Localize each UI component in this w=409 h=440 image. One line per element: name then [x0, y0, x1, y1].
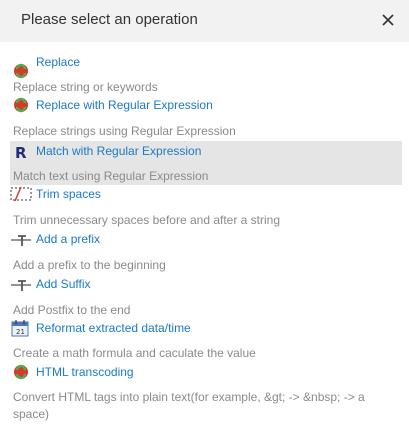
- operation-label[interactable]: Add Suffix: [36, 277, 90, 291]
- svg-text:R: R: [15, 144, 27, 160]
- operation-label[interactable]: Replace: [36, 55, 80, 69]
- operation-label[interactable]: Trim spaces: [36, 187, 101, 201]
- html-transcode-icon: [14, 364, 28, 380]
- operation-description: Add a prefix to the beginning: [13, 258, 166, 272]
- operation-label[interactable]: Add a prefix: [36, 232, 100, 246]
- operation-item-add-prefix[interactable]: Add a prefix Add a prefix to the beginni…: [0, 230, 409, 274]
- operation-label[interactable]: Replace with Regular Expression: [36, 98, 213, 112]
- close-icon[interactable]: [379, 11, 397, 29]
- operation-item-match-regex[interactable]: R Match with Regular Expression Match te…: [10, 141, 402, 185]
- operation-label[interactable]: Reformat extracted data/time: [36, 321, 191, 335]
- operation-description: Match text using Regular Expression: [13, 169, 209, 183]
- replace-icon: [14, 63, 28, 79]
- operation-item-html-transcoding[interactable]: HTML transcoding Convert HTML tags into …: [0, 362, 409, 426]
- regex-match-icon: R: [15, 144, 27, 160]
- operation-description: Create a math formula and caculate the v…: [13, 346, 256, 360]
- prefix-icon: [11, 235, 31, 246]
- calendar-icon: 21: [11, 320, 29, 337]
- operation-label[interactable]: HTML transcoding: [36, 365, 134, 379]
- operation-description: Replace string or keywords: [13, 80, 158, 94]
- operation-dialog: Please select an operation Replace Repla…: [0, 0, 409, 440]
- operation-item-reformat-datetime[interactable]: 21 Reformat extracted data/time Create a…: [0, 318, 409, 362]
- dialog-title: Please select an operation: [21, 11, 198, 28]
- operation-description: Add Postfix to the end: [13, 303, 131, 317]
- operation-item-replace-regex[interactable]: Replace with Regular Expression Replace …: [0, 97, 409, 141]
- operation-item-trim-spaces[interactable]: Trim spaces Trim unnecessary spaces befo…: [0, 186, 409, 230]
- suffix-icon: [11, 280, 31, 291]
- replace-regex-icon: [14, 97, 28, 113]
- trim-spaces-icon: [10, 186, 32, 202]
- svg-text:21: 21: [16, 328, 25, 336]
- dialog-header: Please select an operation: [0, 0, 409, 42]
- operation-description: Trim unnecessary spaces before and after…: [13, 213, 281, 227]
- operation-description: Replace strings using Regular Expression: [13, 124, 236, 138]
- operation-item-replace[interactable]: Replace Replace string or keywords: [0, 53, 409, 97]
- operation-description: Convert HTML tags into plain text(for ex…: [13, 390, 365, 421]
- operation-item-add-suffix[interactable]: Add Suffix Add Postfix to the end: [0, 275, 409, 319]
- operation-label[interactable]: Match with Regular Expression: [36, 144, 201, 158]
